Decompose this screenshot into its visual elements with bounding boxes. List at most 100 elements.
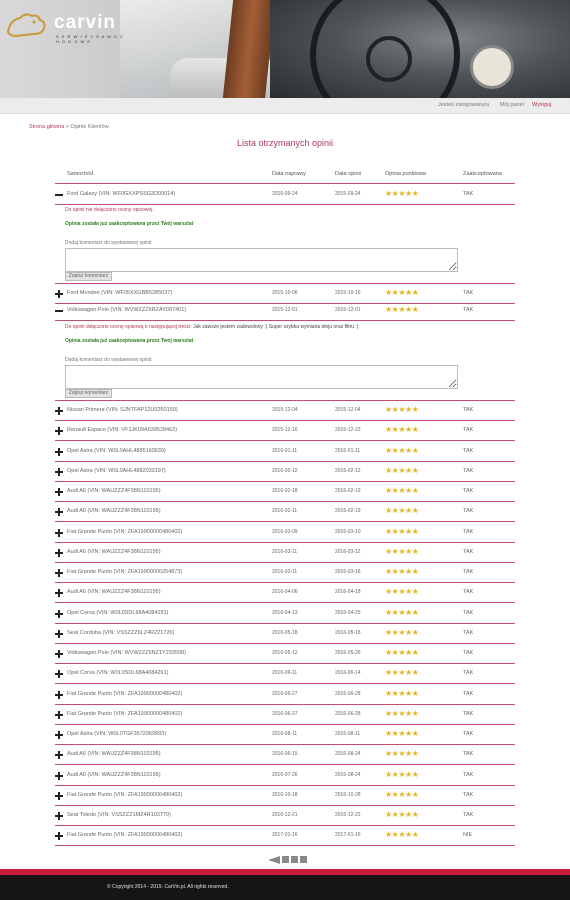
table-row[interactable]: Audi A6 (VIN: WAUZZZ4F38N110195) 2016-03-… <box>55 543 515 563</box>
table-row[interactable]: Seat Cordoba (VIN: VSSZZZ6LZ4R221726) 201… <box>55 624 515 644</box>
expand-plus-icon[interactable] <box>55 290 63 298</box>
table-row[interactable]: Audi A6 (VIN: WAUZZZ4F38N110195) 2016-06-… <box>55 745 515 765</box>
comment-textarea[interactable] <box>65 365 458 389</box>
car-cell: Fiat Grande Punto (VIN: ZFA1990000048040… <box>67 711 183 717</box>
expand-plus-icon[interactable] <box>55 549 63 557</box>
table-row[interactable]: Fiat Grande Punto (VIN: ZFA1990000048040… <box>55 705 515 725</box>
accepted-cell: TAK <box>463 549 474 555</box>
table-row[interactable]: Opel Corsa (VIN: W0L0SDL68A4084291) 2016-… <box>55 604 515 624</box>
page-title: Lista otrzymanych opinii <box>236 138 334 148</box>
page-button[interactable] <box>282 856 289 863</box>
repair-date-cell: 2016-05-12 <box>272 650 298 656</box>
car-cell: Audi A6 (VIN: WAUZZZ4F38N110195) <box>67 549 161 555</box>
top-nav: Jesteś zalogowany/a Mój panel Wyloguj <box>0 98 570 114</box>
repair-date-cell: 2016-04-13 <box>272 610 298 616</box>
accepted-cell: TAK <box>463 529 474 535</box>
table-row[interactable]: Audi A6 (VIN: WAUZZZ4F38N110195) 2016-02-… <box>55 502 515 522</box>
star-rating: ★★★★★ <box>385 709 419 718</box>
star-rating: ★★★★★ <box>385 770 419 779</box>
table-row[interactable]: Fiat Grande Punto (VIN: ZFA1990000048040… <box>55 826 515 846</box>
prev-page-arrow-icon[interactable] <box>268 856 280 864</box>
header-accepted: Zaakceptowana <box>463 171 502 177</box>
table-row[interactable]: Opel Astra (VIN: W0L0TGF3572069993) 2016-… <box>55 725 515 745</box>
expand-plus-icon[interactable] <box>55 792 63 800</box>
repair-date-cell: 2016-06-11 <box>272 670 298 676</box>
expand-plus-icon[interactable] <box>55 468 63 476</box>
expand-plus-icon[interactable] <box>55 448 63 456</box>
accepted-cell: TAK <box>463 610 474 616</box>
expand-plus-icon[interactable] <box>55 529 63 537</box>
expand-plus-icon[interactable] <box>55 650 63 658</box>
expand-plus-icon[interactable] <box>55 772 63 780</box>
header-rating: Opinia punktowa <box>385 171 426 177</box>
table-row[interactable]: Volkswagen Polo (VIN: WVWZZZ6NZ1Y233508)… <box>55 644 515 664</box>
expand-plus-icon[interactable] <box>55 832 63 840</box>
expand-plus-icon[interactable] <box>55 427 63 435</box>
car-cell: Fiat Grande Punto (VIN: ZFA1990000048040… <box>67 832 183 838</box>
expand-plus-icon[interactable] <box>55 488 63 496</box>
comment-label: Dodaj komentarz do wystawionej opinii: <box>65 357 153 363</box>
table-row[interactable]: Opel Astra (VIN: W0L0AHL4882033197) 2016-… <box>55 462 515 482</box>
opinion-date-cell: 2015-09-24 <box>335 191 361 197</box>
accepted-cell: TAK <box>463 508 474 514</box>
expand-plus-icon[interactable] <box>55 630 63 638</box>
breadcrumb-home-link[interactable]: Strona główna <box>29 124 64 130</box>
logout-link[interactable]: Wyloguj <box>532 102 552 108</box>
table-row[interactable]: Fiat Grande Punto (VIN: ZFA1990000048040… <box>55 786 515 806</box>
table-row[interactable]: Audi A6 (VIN: WAUZZZ4F38N110195) 2016-07-… <box>55 766 515 786</box>
accepted-cell: NIE <box>463 832 473 838</box>
table-row[interactable]: Audi A6 (VIN: WAUZZZ4F38N110195) 2016-02-… <box>55 482 515 502</box>
expand-plus-icon[interactable] <box>55 589 63 597</box>
expand-plus-icon[interactable] <box>55 670 63 678</box>
opinion-date-cell: 2016-06-14 <box>335 670 361 676</box>
table-row[interactable]: Opel Astra (VIN: W0L0AHL4885160639) 2016-… <box>55 442 515 462</box>
star-rating: ★★★★★ <box>385 749 419 758</box>
repair-date-cell: 2016-07-26 <box>272 772 298 778</box>
dog-logo-icon <box>6 13 46 38</box>
page-button[interactable] <box>291 856 298 863</box>
accepted-cell: TAK <box>463 772 474 778</box>
comment-label: Dodaj komentarz do wystawionej opinii: <box>65 240 153 246</box>
table-row[interactable]: Renault Espace (VIN: VF1JK09A639528463) 2… <box>55 421 515 441</box>
expand-plus-icon[interactable] <box>55 508 63 516</box>
expand-plus-icon[interactable] <box>55 711 63 719</box>
car-cell: Volkswagen Polo (VIN: WVWZZZ6NZ1Y233508) <box>67 650 186 656</box>
star-rating: ★★★★★ <box>385 689 419 698</box>
table-row[interactable]: Fiat Grande Punto (VIN: ZFA1990000048040… <box>55 685 515 705</box>
table-row[interactable]: Volkswagen Polo (VIN: WVWZZZ6RZAY097401)… <box>55 301 515 321</box>
logged-in-status: Jesteś zalogowany/a <box>438 102 490 108</box>
table-row[interactable]: Nissan Primera (VIN: SJNTFAP12U0260159) 2… <box>55 401 515 421</box>
expand-plus-icon[interactable] <box>55 407 63 415</box>
page-button[interactable] <box>300 856 307 863</box>
star-rating: ★★★★★ <box>385 527 419 536</box>
star-rating: ★★★★★ <box>385 466 419 475</box>
star-rating: ★★★★★ <box>385 506 419 515</box>
car-cell: Audi A6 (VIN: WAUZZZ4F38N110195) <box>67 772 161 778</box>
table-row[interactable]: Seat Toledo (VIN: VSSZZZ1MZ4R103770) 2016… <box>55 806 515 826</box>
table-row[interactable]: Opel Corsa (VIN: W0L0SDL68A4084291) 2016-… <box>55 664 515 684</box>
table-row[interactable]: Fiat Grande Punto (VIN: ZFA1990000048040… <box>55 523 515 543</box>
star-rating: ★★★★★ <box>385 486 419 495</box>
star-rating: ★★★★★ <box>385 668 419 677</box>
opinion-date-cell: 2016-08-24 <box>335 772 361 778</box>
my-panel-link[interactable]: Mój panel <box>500 102 524 108</box>
table-row[interactable]: Audi A6 (VIN: WAUZZZ4F38N110195) 2016-04-… <box>55 583 515 603</box>
expand-plus-icon[interactable] <box>55 569 63 577</box>
accepted-cell: TAK <box>463 792 474 798</box>
expand-plus-icon[interactable] <box>55 610 63 618</box>
opinion-date-cell: 2015-10-16 <box>335 290 361 296</box>
comment-textarea[interactable] <box>65 248 458 272</box>
accepted-cell: TAK <box>463 468 474 474</box>
save-comment-button[interactable]: Zapisz komentarz <box>65 272 112 281</box>
expand-plus-icon[interactable] <box>55 751 63 759</box>
save-comment-button[interactable]: Zapisz komentarz <box>65 389 112 398</box>
expand-plus-icon[interactable] <box>55 731 63 739</box>
logo[interactable]: carvin S E R W I S Y S A M O C H O D O W… <box>4 6 124 44</box>
expand-plus-icon[interactable] <box>55 691 63 699</box>
table-row[interactable]: Ford Galaxy (VIN: WF0GXXPSSG3D09014) 2015… <box>55 185 515 205</box>
expand-plus-icon[interactable] <box>55 812 63 820</box>
repair-date-cell: 2016-02-12 <box>272 468 298 474</box>
table-row[interactable]: Fiat Grande Punto (VIN: ZFA1990000025487… <box>55 563 515 583</box>
collapse-minus-icon[interactable] <box>55 307 63 315</box>
collapse-minus-icon[interactable] <box>55 191 63 199</box>
